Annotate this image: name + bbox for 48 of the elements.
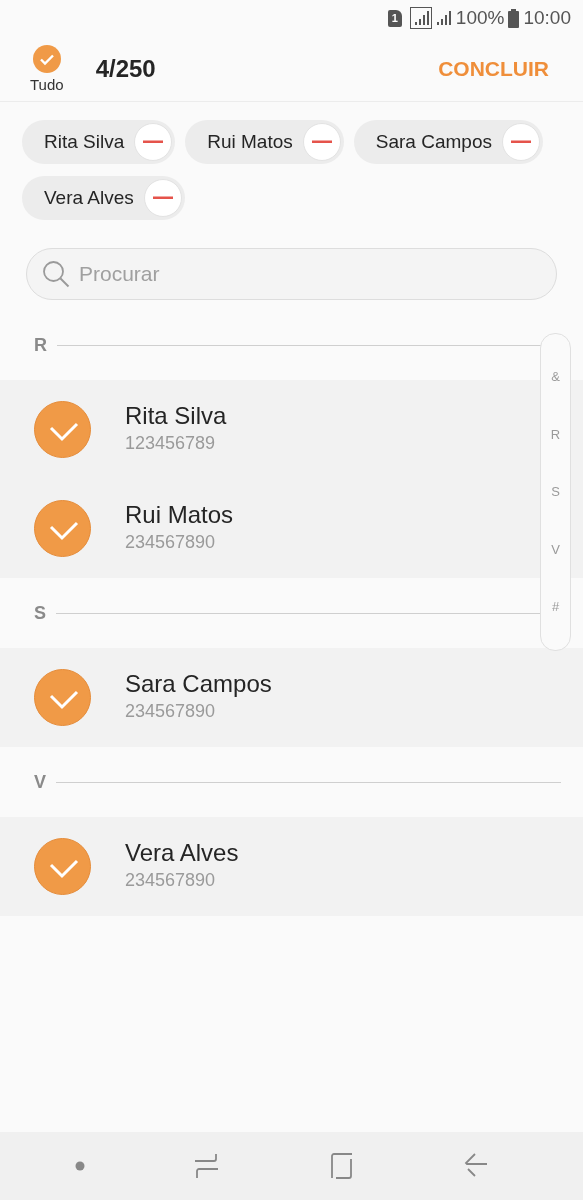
chip-label: Sara Campos	[375, 129, 492, 154]
contact-name: Rui Matos	[125, 500, 234, 530]
remove-button[interactable]	[134, 123, 173, 161]
index-letter[interactable]: R	[550, 424, 561, 445]
recent-apps-icon[interactable]	[195, 1153, 220, 1179]
section-letter: V	[34, 770, 46, 794]
minus-icon	[510, 140, 531, 144]
contact-row[interactable]: Sara Campos 234567890	[0, 648, 583, 747]
index-letter[interactable]: #	[551, 597, 560, 617]
check-icon	[34, 500, 91, 557]
chip-label: Rita Silva	[44, 129, 125, 154]
section-letter: R	[34, 333, 47, 357]
check-icon	[34, 838, 91, 895]
remove-button[interactable]	[302, 123, 341, 161]
selection-count: 4/250	[95, 53, 156, 84]
phone-number: 234567890	[125, 531, 217, 555]
battery-icon	[508, 8, 520, 28]
section-letter: S	[34, 601, 46, 625]
contact-name: Sara Campos	[125, 669, 272, 699]
search-icon	[42, 260, 70, 288]
check-icon	[34, 401, 91, 458]
minus-icon	[152, 196, 173, 200]
phone-number: 234567890	[125, 869, 217, 893]
remove-button[interactable]	[501, 123, 540, 161]
remove-button[interactable]	[143, 179, 182, 217]
contact-name: Rita Silva	[125, 401, 227, 431]
index-letter[interactable]: S	[551, 482, 560, 502]
phone-number: 234567890	[125, 700, 217, 724]
chip-label: Vera Alves	[44, 185, 134, 210]
contact-name: Vera Alves	[125, 838, 239, 868]
contact-row[interactable]: Vera Alves 234567890	[0, 817, 583, 916]
back-icon[interactable]	[463, 1153, 488, 1179]
search-field[interactable]: Procurar	[26, 248, 557, 300]
dot-icon[interactable]	[75, 1161, 86, 1171]
minus-icon	[143, 140, 164, 144]
signal-icon	[409, 7, 432, 29]
clock: 10:00	[523, 5, 571, 30]
minus-icon	[311, 140, 332, 144]
index-letter[interactable]: V	[551, 539, 560, 560]
signal-icon	[435, 10, 452, 26]
check-icon	[34, 669, 91, 726]
sim-icon: 1	[387, 9, 402, 27]
index-scroller[interactable]: & R S V #	[540, 333, 571, 651]
home-icon[interactable]	[329, 1153, 354, 1179]
chip-label: Rui Matos	[207, 129, 293, 154]
done-button[interactable]: CONCLUIR	[438, 52, 549, 85]
battery-percent: 100%	[455, 5, 505, 30]
phone-number: 123456789	[125, 432, 217, 456]
